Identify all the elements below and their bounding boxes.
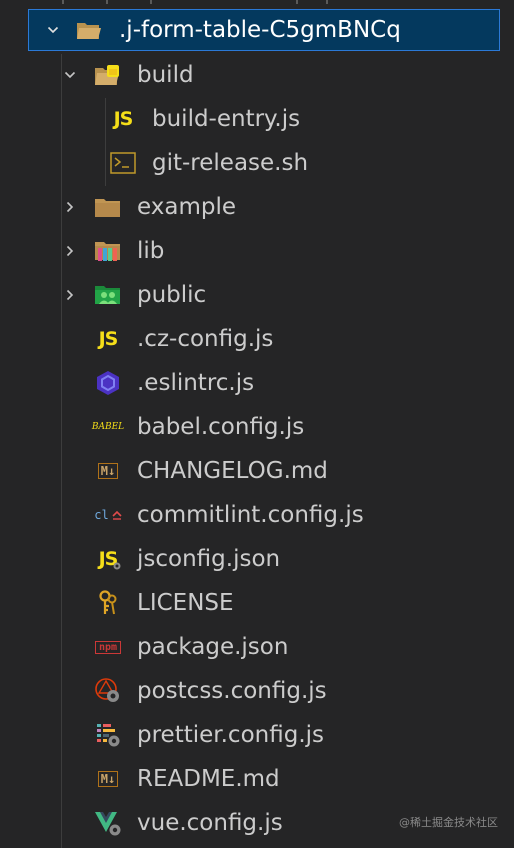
- folder-row-build[interactable]: build: [0, 53, 514, 97]
- babel-icon: BABEL: [91, 422, 125, 432]
- file-label: git-release.sh: [152, 150, 309, 176]
- file-row-commitlint-config[interactable]: cl commitlint.config.js: [0, 493, 514, 537]
- file-label: package.json: [137, 634, 289, 660]
- shell-icon: [109, 149, 137, 177]
- file-label: commitlint.config.js: [137, 502, 364, 528]
- file-row-readme[interactable]: M↓ README.md: [0, 757, 514, 801]
- file-label: .cz-config.js: [137, 326, 274, 352]
- file-label: postcss.config.js: [137, 678, 327, 704]
- folder-row-lib[interactable]: lib: [0, 229, 514, 273]
- folder-icon: [94, 193, 122, 221]
- file-label: LICENSE: [137, 590, 234, 616]
- file-explorer-tree: .j-form-table-C5gmBNCq build JS build-en…: [0, 0, 514, 848]
- file-row-jsconfig[interactable]: JS jsconfig.json: [0, 537, 514, 581]
- scroll-shadow: [0, 0, 514, 6]
- file-label: babel.config.js: [137, 414, 305, 440]
- chevron-right-icon[interactable]: [64, 289, 76, 301]
- file-row-changelog[interactable]: M↓ CHANGELOG.md: [0, 449, 514, 493]
- file-label: jsconfig.json: [137, 546, 281, 572]
- commitlint-icon: cl: [92, 501, 124, 529]
- file-row-babel-config[interactable]: BABEL babel.config.js: [0, 405, 514, 449]
- file-label: vue.config.js: [137, 810, 283, 836]
- watermark: @稀土掘金技术社区: [399, 816, 498, 829]
- explorer-root-folder[interactable]: .j-form-table-C5gmBNCq: [28, 9, 500, 51]
- folder-public-icon: [94, 281, 122, 309]
- folder-build-icon: [94, 61, 122, 89]
- file-label: prettier.config.js: [137, 722, 324, 748]
- markdown-icon: M↓: [94, 457, 122, 485]
- folder-label: example: [137, 194, 236, 220]
- license-key-icon: [94, 589, 122, 617]
- folder-row-example[interactable]: example: [0, 185, 514, 229]
- jsconfig-icon: JS: [94, 545, 122, 573]
- chevron-right-icon[interactable]: [64, 245, 76, 257]
- chevron-right-icon[interactable]: [64, 201, 76, 213]
- folder-label: build: [137, 62, 194, 88]
- file-label: README.md: [137, 766, 280, 792]
- chevron-down-icon[interactable]: [64, 69, 76, 81]
- eslint-icon: [94, 369, 122, 397]
- js-icon: JS: [113, 108, 134, 130]
- file-row-package-json[interactable]: npm package.json: [0, 625, 514, 669]
- folder-label: lib: [137, 238, 165, 264]
- chevron-down-icon[interactable]: [47, 24, 59, 36]
- folder-label: public: [137, 282, 207, 308]
- folder-open-icon: [75, 16, 103, 44]
- postcss-icon: [94, 677, 122, 705]
- folder-lib-icon: [94, 237, 122, 265]
- file-row-prettier-config[interactable]: prettier.config.js: [0, 713, 514, 757]
- file-label: CHANGELOG.md: [137, 458, 328, 484]
- file-label: build-entry.js: [152, 106, 301, 132]
- js-icon: JS: [98, 328, 119, 350]
- folder-row-public[interactable]: public: [0, 273, 514, 317]
- npm-icon: npm: [92, 633, 124, 661]
- file-row-cz-config[interactable]: JS .cz-config.js: [0, 317, 514, 361]
- file-row-build-entry[interactable]: JS build-entry.js: [0, 97, 514, 141]
- file-row-git-release[interactable]: git-release.sh: [0, 141, 514, 185]
- file-row-license[interactable]: LICENSE: [0, 581, 514, 625]
- file-row-eslintrc[interactable]: .eslintrc.js: [0, 361, 514, 405]
- vue-icon: [94, 809, 122, 837]
- markdown-icon: M↓: [94, 765, 122, 793]
- file-label: .eslintrc.js: [137, 370, 255, 396]
- file-row-postcss-config[interactable]: postcss.config.js: [0, 669, 514, 713]
- root-folder-label: .j-form-table-C5gmBNCq: [119, 17, 401, 43]
- prettier-icon: [94, 721, 122, 749]
